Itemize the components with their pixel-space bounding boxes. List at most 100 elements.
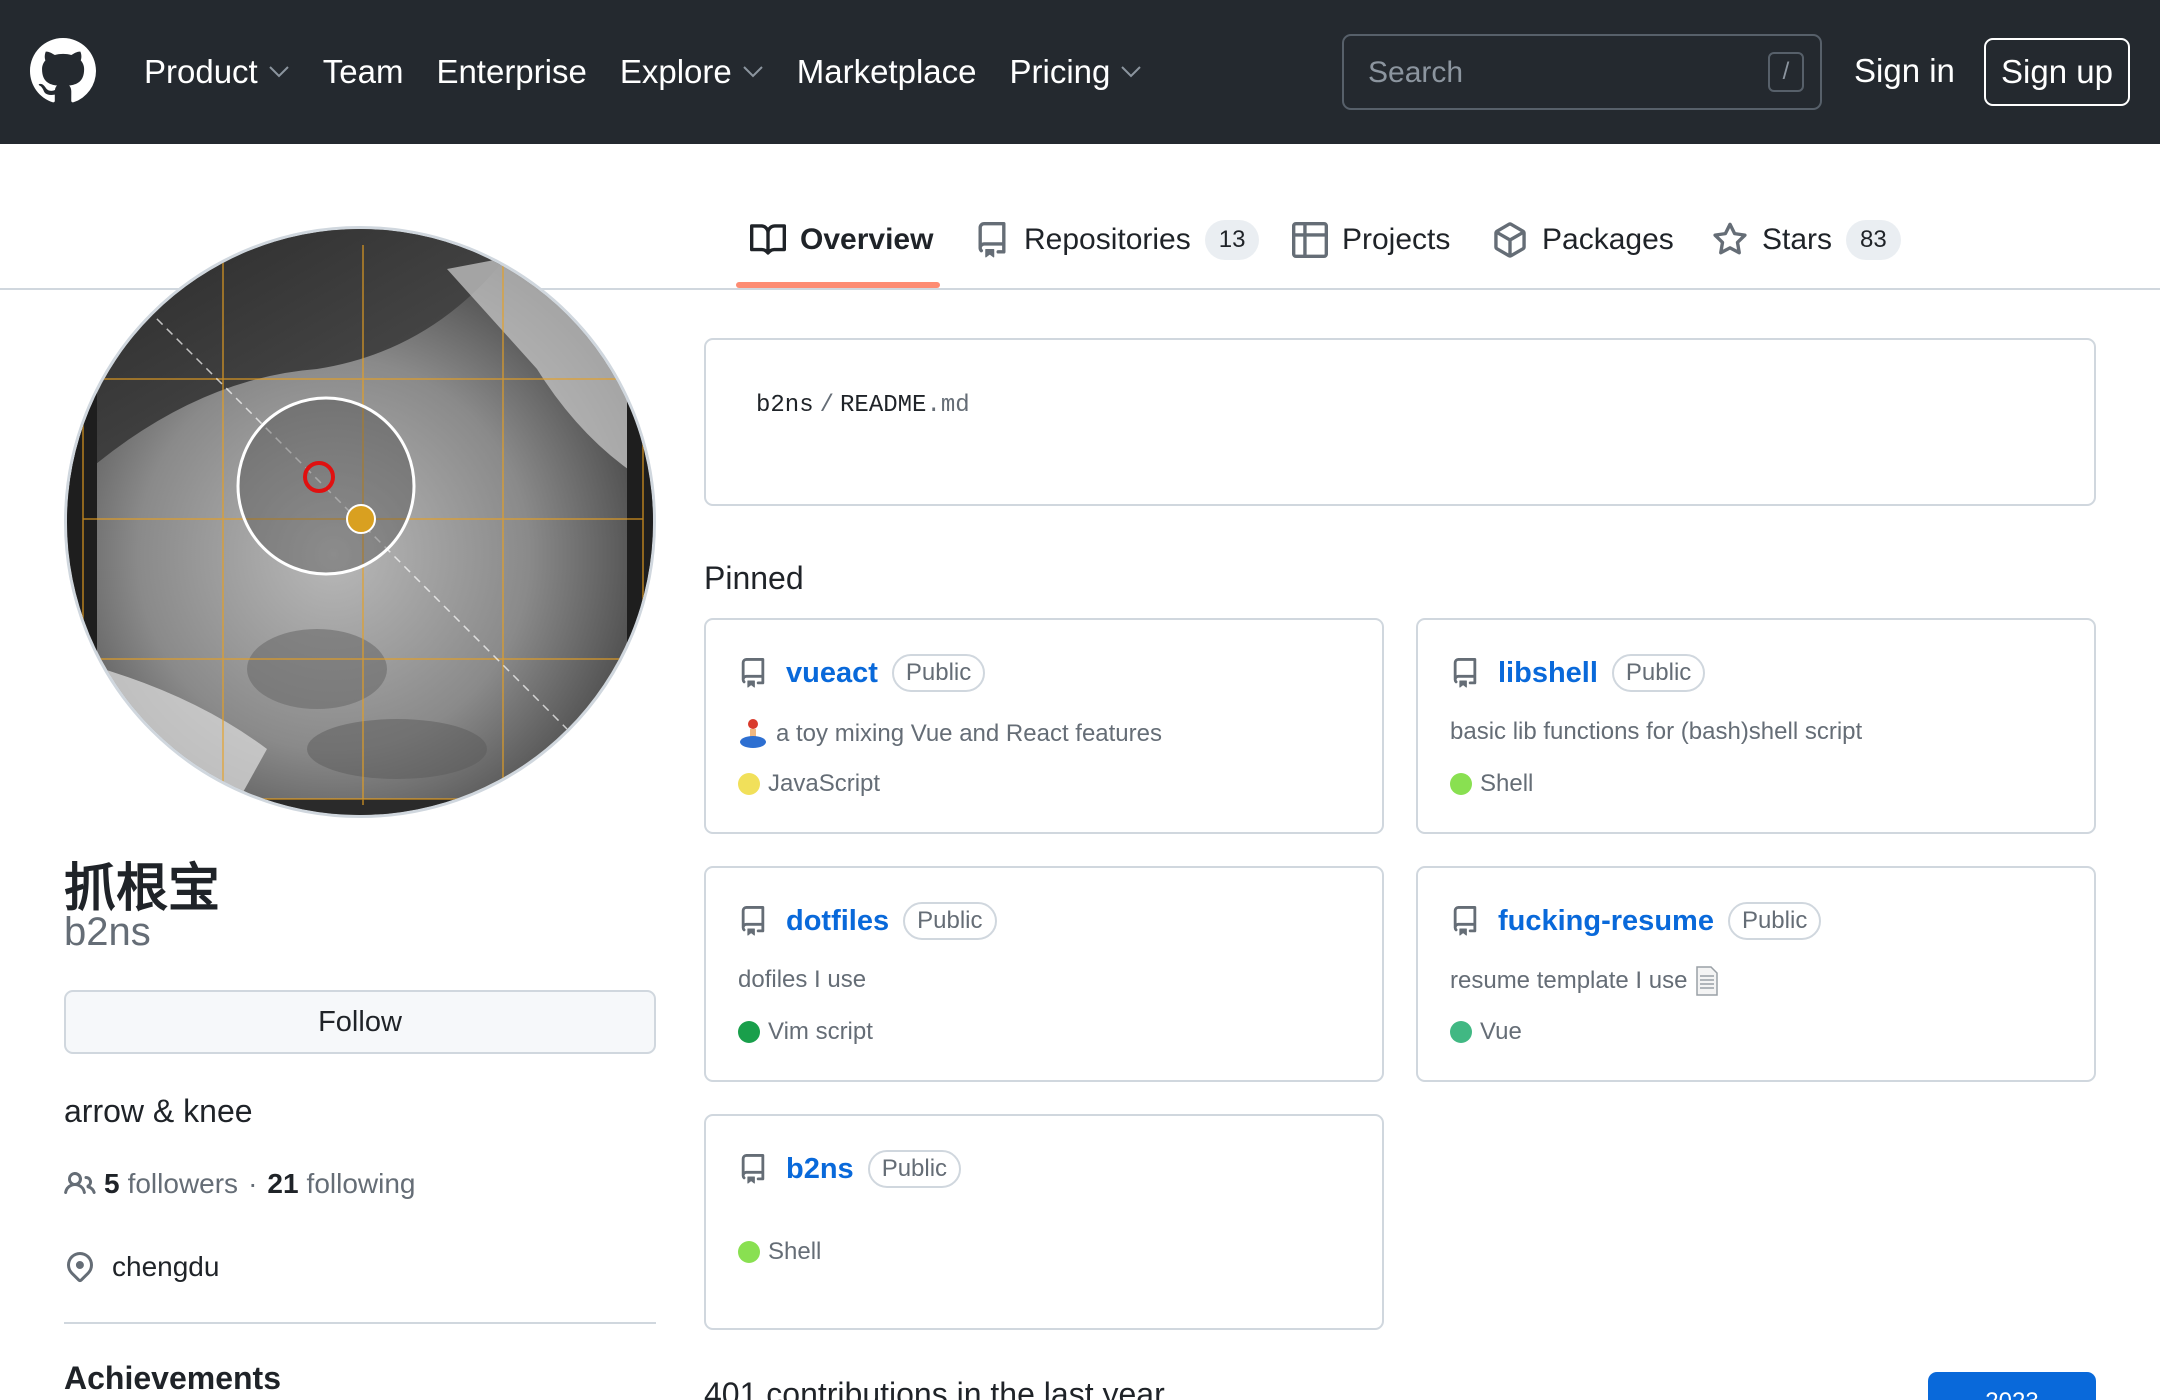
search-shortcut-key: / [1768, 52, 1804, 92]
repo-language: Shell [738, 1238, 821, 1266]
readme-path: b2ns / README.md [756, 392, 970, 419]
language-color-dot [738, 1241, 760, 1263]
tab-projects-label: Projects [1342, 223, 1451, 256]
star-icon [1713, 222, 1747, 255]
readme-file-name: README [840, 392, 927, 419]
nav-team[interactable]: Team [323, 53, 404, 91]
visibility-badge: Public [867, 1150, 962, 1188]
nav-marketplace[interactable]: Marketplace [797, 53, 977, 91]
repo-description: resume template I use [1450, 966, 1719, 996]
nav-product[interactable]: Product [144, 53, 290, 91]
tab-overview[interactable]: Overview [750, 214, 933, 266]
readme-owner-link[interactable]: b2ns [756, 392, 814, 419]
book-icon [750, 224, 786, 255]
location-text: chengdu [112, 1251, 220, 1282]
repo-description-text: basic lib functions for (bash)shell scri… [1450, 718, 1863, 745]
tab-packages-label: Packages [1542, 223, 1674, 256]
sign-in-link[interactable]: Sign in [1854, 52, 1955, 90]
following-link[interactable]: 21 following [267, 1168, 415, 1200]
followers-link[interactable]: 5 followers [64, 1168, 238, 1200]
repo-icon [1453, 658, 1477, 688]
visibility-badge: Public [903, 902, 997, 940]
tab-repositories[interactable]: Repositories 13 [974, 214, 1260, 266]
pinned-repo-card: b2ns Public Shell [704, 1114, 1384, 1330]
profile-bio: arrow & knee [64, 1093, 253, 1129]
repo-description: a toy mixing Vue and React features [738, 718, 1162, 750]
repo-icon [978, 222, 1006, 258]
repo-description-text: resume template I use [1450, 967, 1688, 994]
repo-name-link[interactable]: vueact [786, 657, 878, 690]
pinned-repo-card: fucking-resume Public resume template I … [1416, 866, 2096, 1082]
nav-product-label: Product [144, 53, 258, 90]
tab-projects[interactable]: Projects [1292, 214, 1450, 266]
repo-name-link[interactable]: fucking-resume [1498, 905, 1714, 938]
repo-language-text: Vim script [768, 1018, 873, 1045]
pinned-repo-header: dotfiles Public [738, 902, 997, 940]
sign-up-button[interactable]: Sign up [1984, 38, 2130, 106]
repo-language: Vue [1450, 1018, 1522, 1046]
follow-stats: 5 followers · 21 following [64, 1168, 416, 1200]
repo-icon [1453, 906, 1477, 936]
github-logo-icon[interactable] [30, 38, 96, 104]
page-document-emoji-icon [1696, 966, 1719, 996]
tab-repositories-label: Repositories [1024, 223, 1191, 256]
repo-name-link[interactable]: dotfiles [786, 905, 889, 938]
repo-language: Vim script [738, 1018, 873, 1046]
following-count: 21 [267, 1168, 299, 1199]
sidebar-divider [64, 1322, 656, 1324]
nav-team-label: Team [322, 53, 404, 90]
followers-count: 5 [104, 1168, 120, 1199]
language-color-dot [738, 1021, 760, 1043]
followers-label: followers [127, 1168, 239, 1199]
repo-language-text: Vue [1480, 1018, 1522, 1045]
repo-description-text: a toy mixing Vue and React features [776, 720, 1162, 747]
repo-language-text: JavaScript [768, 770, 881, 797]
avatar-image [67, 229, 653, 815]
bowing-person-emoji-icon [740, 719, 766, 748]
pinned-heading: Pinned [704, 560, 804, 596]
repo-name-link[interactable]: b2ns [786, 1153, 854, 1186]
package-icon [1494, 222, 1526, 258]
year-selector-button[interactable]: 2023 [1928, 1372, 2096, 1400]
stars-count: 83 [1846, 220, 1901, 260]
nav-enterprise[interactable]: Enterprise [436, 53, 586, 91]
tab-stars[interactable]: Stars 83 [1712, 214, 1901, 266]
pinned-repo-header: b2ns Public [738, 1150, 962, 1188]
repo-icon [741, 906, 765, 936]
nav-explore-label: Explore [619, 53, 732, 90]
nav-explore[interactable]: Explore [620, 53, 764, 91]
repo-description: basic lib functions for (bash)shell scri… [1450, 718, 1862, 746]
readme-path-separator: / [819, 392, 835, 419]
repo-language: JavaScript [738, 770, 880, 798]
repo-description: dofiles I use [738, 966, 866, 994]
language-color-dot [1450, 773, 1472, 795]
chevron-down-icon [743, 66, 763, 78]
achievements-heading: Achievements [64, 1360, 281, 1396]
chevron-down-icon [1121, 66, 1142, 78]
repo-name-link[interactable]: libshell [1498, 657, 1598, 690]
language-color-dot [738, 773, 760, 795]
following-label: following [306, 1168, 416, 1199]
tab-overview-label: Overview [800, 223, 934, 256]
contributions-summary: 401 contributions in the last year [704, 1376, 1165, 1400]
visibility-badge: Public [1611, 654, 1706, 692]
repo-icon [741, 658, 765, 688]
repo-language: Shell [1450, 770, 1533, 798]
search-input[interactable]: Search / [1342, 34, 1822, 110]
pinned-repo-header: libshell Public [1450, 654, 1706, 692]
nav-marketplace-label: Marketplace [796, 53, 977, 90]
active-tab-indicator [736, 282, 940, 288]
nav-pricing[interactable]: Pricing [1009, 53, 1142, 91]
language-color-dot [1450, 1021, 1472, 1043]
pinned-repo-card: dotfiles Public dofiles I use Vim script [704, 866, 1384, 1082]
visibility-badge: Public [1727, 902, 1822, 940]
table-icon [1292, 222, 1328, 258]
follow-button[interactable]: Follow [64, 990, 656, 1054]
repo-icon [741, 1154, 765, 1184]
tab-packages[interactable]: Packages [1492, 214, 1674, 266]
readme-card: b2ns / README.md [704, 338, 2096, 506]
tab-stars-label: Stars [1762, 223, 1833, 256]
readme-file-ext: .md [926, 392, 970, 419]
nav-pricing-label: Pricing [1009, 53, 1111, 90]
avatar[interactable] [64, 226, 656, 818]
